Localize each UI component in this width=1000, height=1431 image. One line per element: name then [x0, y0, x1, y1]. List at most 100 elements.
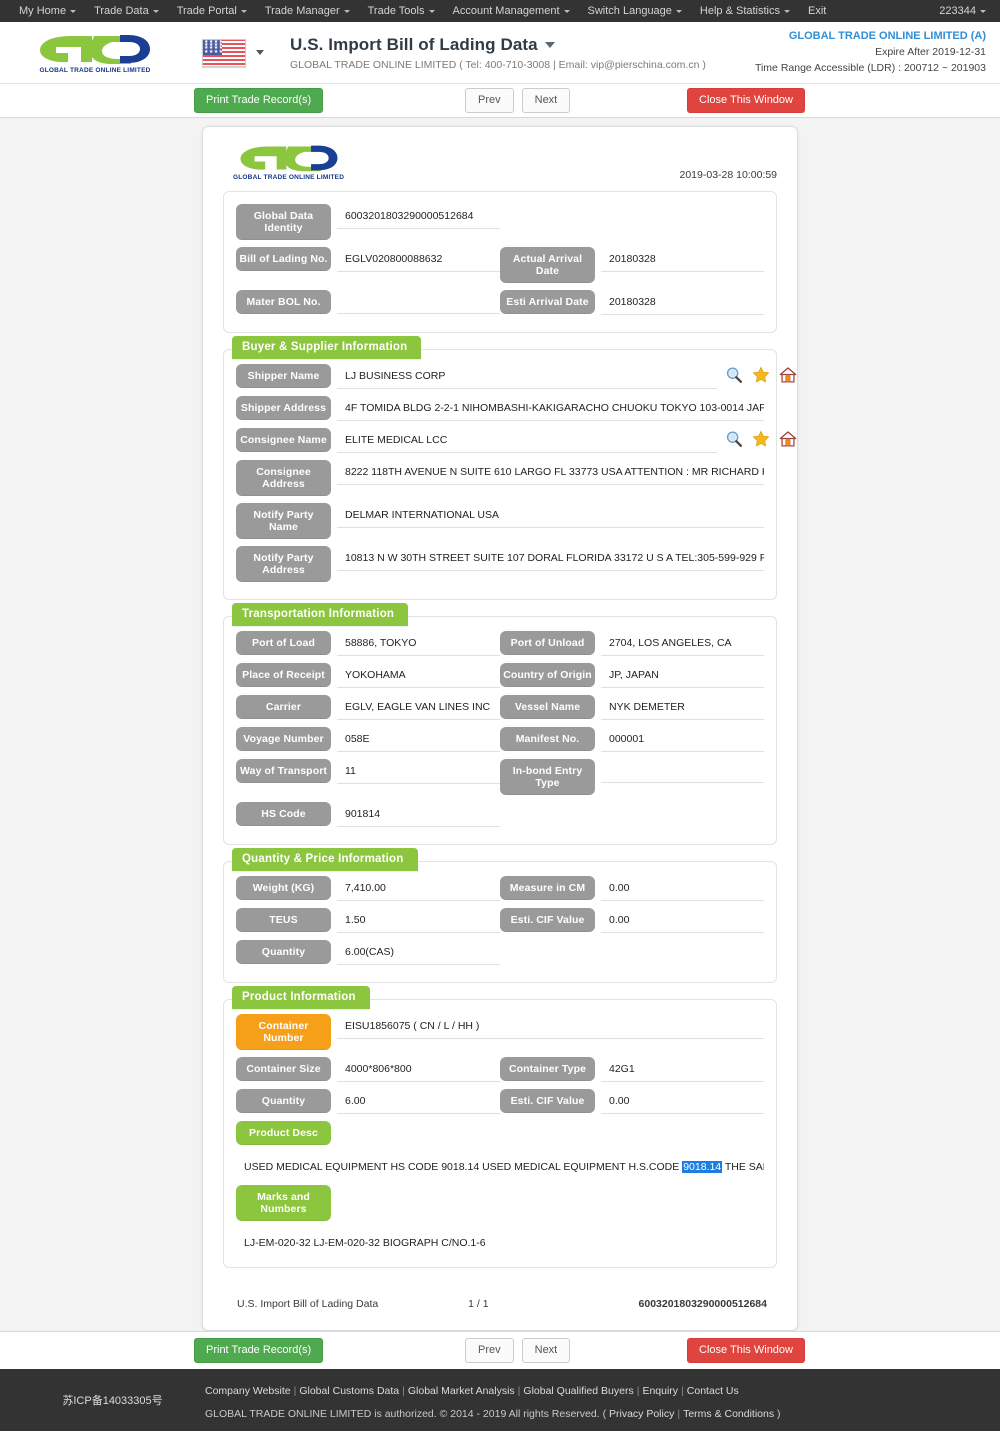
field-cell: Global Data Identity 60032018032900005126… — [236, 204, 500, 240]
document-footer-page: 1 / 1 — [468, 1298, 489, 1310]
nav-item-account-management[interactable]: Account Management — [444, 0, 579, 22]
field-row: TEUS 1.50 Esti. CIF Value 0.00 — [236, 908, 764, 933]
trade-record-document: GLOBAL TRADE ONLINE LIMITED 2019-03-28 1… — [202, 126, 798, 1331]
field-value-country-of-origin: JP, JAPAN — [601, 663, 764, 688]
field-value-container-type: 42G1 — [601, 1057, 764, 1082]
search-icon[interactable] — [725, 430, 743, 448]
product-desc-label-cell: Product Desc — [236, 1121, 331, 1145]
terms-conditions-link[interactable]: Terms & Conditions — [683, 1408, 774, 1420]
home-icon[interactable] — [779, 366, 797, 384]
nav-item-switch-language[interactable]: Switch Language — [579, 0, 691, 22]
page-title[interactable]: U.S. Import Bill of Lading Data — [290, 35, 706, 55]
gto-logo-subtitle: GLOBAL TRADE ONLINE LIMITED — [39, 66, 151, 74]
nav-item-label: Account Management — [452, 5, 560, 17]
document-header: GLOBAL TRADE ONLINE LIMITED 2019-03-28 1… — [215, 137, 785, 191]
field-cell: Quantity 6.00 — [236, 1089, 500, 1114]
field-row: Container Number EISU1856075 ( CN / L / … — [236, 1014, 764, 1050]
field-cell: TEUS 1.50 — [236, 908, 500, 933]
gto-logo-mark — [240, 145, 338, 172]
nav-item-my-home[interactable]: My Home — [10, 0, 85, 22]
field-row: Container Size 4000*806*800 Container Type… — [236, 1057, 764, 1082]
page-body: GLOBAL TRADE ONLINE LIMITED 2019-03-28 1… — [0, 118, 1000, 1331]
field-value-manifest-no: 000001 — [601, 727, 764, 752]
field-value-voyage-number: 058E — [337, 727, 500, 752]
page-title-block: U.S. Import Bill of Lading Data GLOBAL T… — [290, 35, 706, 71]
field-value-esti-cif-value: 0.00 — [601, 1089, 764, 1114]
field-value-esti-cif-value: 0.00 — [601, 908, 764, 933]
field-label-quantity: Quantity — [236, 1089, 331, 1113]
field-label-port-of-load: Port of Load — [236, 631, 331, 655]
close-window-button-bottom[interactable]: Close This Window — [687, 1338, 805, 1363]
field-value-place-of-receipt: YOKOHAMA — [337, 663, 500, 688]
field-row: Place of Receipt YOKOHAMA Country of Origi… — [236, 663, 764, 688]
next-button-bottom[interactable]: Next — [521, 1338, 571, 1363]
field-row: HS Code 901814 — [236, 802, 764, 827]
footer-link-contact-us[interactable]: Contact Us — [687, 1385, 739, 1397]
star-icon[interactable] — [752, 430, 770, 448]
field-row: Shipper Name LJ BUSINESS CORP — [236, 364, 797, 389]
gto-logo[interactable]: GLOBAL TRADE ONLINE LIMITED — [20, 32, 170, 74]
footer-link-enquiry[interactable]: Enquiry — [642, 1385, 678, 1397]
search-icon[interactable] — [725, 366, 743, 384]
field-value-shipper-address: 4F TOMIDA BLDG 2-2-1 NIHOMBASHI-KAKIGARA… — [337, 396, 764, 421]
account-menu[interactable]: 223344 — [939, 5, 986, 17]
prev-button-bottom[interactable]: Prev — [465, 1338, 514, 1363]
field-label-quantity: Quantity — [236, 940, 331, 964]
separator: | — [517, 1385, 521, 1397]
account-company-name[interactable]: GLOBAL TRADE ONLINE LIMITED (A) — [755, 28, 986, 44]
record-pager: Prev Next — [465, 88, 571, 113]
product-desc-highlight: 9018.14 — [682, 1161, 723, 1173]
footer-link-global-qualified-buyers[interactable]: Global Qualified Buyers — [523, 1385, 633, 1397]
nav-item-trade-tools[interactable]: Trade Tools — [359, 0, 444, 22]
nav-item-trade-portal[interactable]: Trade Portal — [168, 0, 256, 22]
copyright-text-post: ) — [774, 1408, 781, 1420]
field-value-quantity: 6.00(CAS) — [337, 940, 500, 965]
footer-link-global-customs-data[interactable]: Global Customs Data — [299, 1385, 399, 1397]
nav-item-trade-data[interactable]: Trade Data — [85, 0, 168, 22]
star-icon[interactable] — [752, 366, 770, 384]
field-label-consignee-address: Consignee Address — [236, 460, 331, 496]
field-cell: Bill of Lading No. EGLV020800088632 — [236, 247, 500, 272]
field-row: Voyage Number 058E Manifest No. 000001 — [236, 727, 764, 752]
next-button[interactable]: Next — [521, 88, 571, 113]
buyer-supplier-block: Buyer & Supplier Information Shipper Nam… — [223, 336, 797, 600]
product-desc-label: Product Desc — [236, 1121, 331, 1145]
field-cell: Shipper Name LJ BUSINESS CORP — [236, 364, 797, 389]
container-number-cell: Container Number EISU1856075 ( CN / L / … — [236, 1014, 764, 1050]
footer-link-company-website[interactable]: Company Website — [205, 1385, 291, 1397]
chevron-down-icon — [675, 9, 682, 13]
field-label-container-type: Container Type — [500, 1057, 595, 1081]
close-window-button[interactable]: Close This Window — [687, 88, 805, 113]
field-label-port-of-unload: Port of Unload — [500, 631, 595, 655]
field-value-teus: 1.50 — [337, 908, 500, 933]
privacy-policy-link[interactable]: Privacy Policy — [609, 1408, 674, 1420]
nav-item-help-statistics[interactable]: Help & Statistics — [691, 0, 799, 22]
field-row: Bill of Lading No. EGLV020800088632 Actual… — [236, 247, 764, 283]
chevron-down-icon — [70, 9, 77, 13]
country-selector[interactable]: ★★★★★★★★★★★★★★★★★★★★★★ — [202, 38, 264, 67]
field-cell: Consignee Address 8222 118TH AVENUE N SUI… — [236, 460, 764, 496]
document-footer: U.S. Import Bill of Lading Data 1 / 1 60… — [215, 1284, 785, 1316]
field-label-way-of-transport: Way of Transport — [236, 759, 331, 783]
marks-numbers-label-cell: Marks and Numbers — [236, 1185, 331, 1221]
print-trade-records-button[interactable]: Print Trade Record(s) — [194, 88, 324, 113]
footer-link-global-market-analysis[interactable]: Global Market Analysis — [408, 1385, 515, 1397]
field-value-port-of-load: 58886, TOKYO — [337, 631, 500, 656]
top-toolbar: Print Trade Record(s) Prev Next Close Th… — [0, 84, 1000, 118]
nav-item-trade-manager[interactable]: Trade Manager — [256, 0, 359, 22]
field-row: Quantity 6.00(CAS) — [236, 940, 764, 965]
nav-item-exit[interactable]: Exit — [799, 0, 835, 22]
field-cell: Esti Arrival Date 20180328 — [500, 290, 764, 315]
field-cell: Quantity 6.00(CAS) — [236, 940, 500, 965]
nav-item-label: My Home — [19, 5, 67, 17]
prev-button[interactable]: Prev — [465, 88, 514, 113]
field-cell: Weight (KG) 7,410.00 — [236, 876, 500, 901]
field-label-place-of-receipt: Place of Receipt — [236, 663, 331, 687]
field-row: Notify Party Name DELMAR INTERNATIONAL US… — [236, 503, 764, 539]
transportation-legend: Transportation Information — [232, 603, 409, 626]
field-row: Consignee Address 8222 118TH AVENUE N SUI… — [236, 460, 764, 496]
home-icon[interactable] — [779, 430, 797, 448]
gto-logo-mark — [40, 34, 150, 64]
row-action-icons — [717, 428, 801, 448]
print-trade-records-button-bottom[interactable]: Print Trade Record(s) — [194, 1338, 324, 1363]
